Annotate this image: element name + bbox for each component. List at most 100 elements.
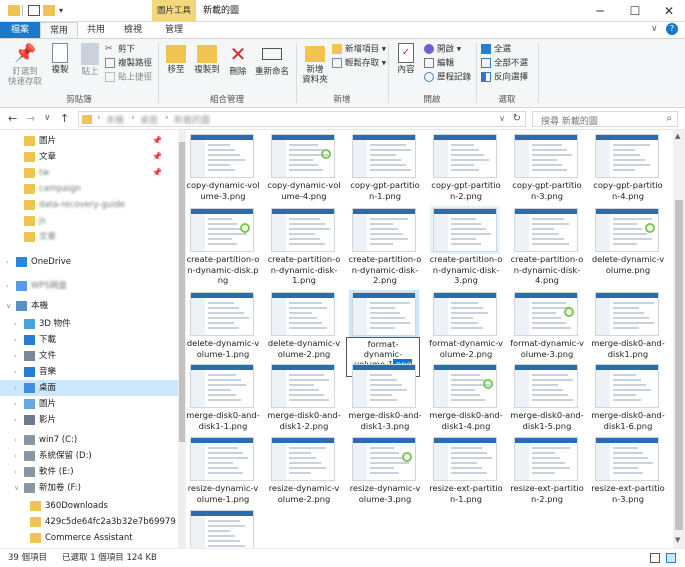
rename-button[interactable]: 重新命名 (252, 43, 292, 77)
properties-button[interactable]: ✓ 內容 (392, 43, 420, 75)
file-tile[interactable]: copy-gpt-partition-3.png (510, 132, 584, 210)
file-tile[interactable]: merge-disk0-and-disk1-3.png (348, 362, 422, 440)
expand-icon[interactable]: › (14, 316, 17, 332)
sidebar-item[interactable]: 429c5de64fc2a3b32e7b69979 (0, 514, 178, 530)
sidebar-item[interactable]: js (0, 213, 178, 229)
file-tile[interactable]: format-dynamic-volume-1.png (346, 290, 422, 377)
close-button[interactable]: ✕ (652, 0, 685, 22)
file-tile[interactable]: format-dynamic-volume-2.png (429, 290, 503, 368)
recent-locations-button[interactable]: ∨ (44, 113, 51, 123)
file-tile[interactable]: create-partition-on-dynamic-disk-3.png (429, 206, 503, 285)
file-tile[interactable]: format-dynamic-volume-3.png (510, 290, 584, 368)
delete-button[interactable]: ✕ 刪除 (226, 43, 250, 77)
select-none-button[interactable]: 全部不選 (481, 58, 528, 70)
expand-icon[interactable]: › (6, 278, 9, 294)
file-tile[interactable]: merge-disk0-and-disk1-1.png (186, 362, 260, 440)
breadcrumb-item[interactable]: 新載的圖 (174, 113, 210, 126)
file-tile[interactable]: resize-dynamic-volume-3.png (348, 435, 422, 513)
sidebar-item[interactable]: 影片 › (0, 412, 178, 428)
sidebar-item[interactable]: 3D 物件 › (0, 316, 178, 332)
file-tile[interactable]: merge-disk0-and-disk1-2.png (267, 362, 341, 440)
details-view-icon[interactable] (650, 553, 660, 563)
breadcrumb-item[interactable]: 桌面 (140, 113, 158, 126)
sidebar-item[interactable]: 文件 › (0, 348, 178, 364)
file-tile[interactable]: copy-gpt-partition-2.png (429, 132, 503, 210)
file-tile[interactable]: merge-disk0-and-disk1.png (591, 290, 665, 368)
address-dropdown-icon[interactable]: ∨ (499, 114, 505, 123)
file-tile[interactable]: resize-ext-partition-1.png (429, 435, 503, 513)
scroll-down-icon[interactable]: ▼ (675, 536, 680, 544)
file-tile[interactable]: resize-dynamic-volume-1.png (186, 435, 260, 513)
file-tile[interactable]: resize-ext-partition-2.png (510, 435, 584, 513)
file-tile[interactable]: merge-disk0-and-disk1-4.png (429, 362, 503, 440)
edit-button[interactable]: 編輯 (424, 58, 454, 70)
sidebar-item[interactable]: data-recovery-guide (0, 197, 178, 213)
file-tile[interactable] (186, 508, 260, 548)
file-tile[interactable]: create-partition-on-dynamic-disk-2.png (348, 206, 422, 285)
expand-icon[interactable]: ∨ (14, 480, 19, 496)
file-view-scrollbar[interactable]: ▲ ▼ (673, 130, 685, 548)
file-tile[interactable]: resize-dynamic-volume-2.png (267, 435, 341, 513)
file-tile[interactable]: create-partition-on-dynamic-disk-4.png (510, 206, 584, 285)
sidebar-item[interactable]: 文章 📌 (0, 149, 178, 165)
easy-access-button[interactable]: 輕鬆存取 ▾ (332, 58, 386, 70)
sidebar-item[interactable]: 軟件 (E:) › (0, 464, 178, 480)
help-icon[interactable]: ? (666, 23, 678, 35)
file-tile[interactable]: copy-dynamic-volume-3.png (186, 132, 260, 210)
sidebar-item[interactable]: 文章 (0, 229, 178, 245)
paste-shortcut-button[interactable]: 貼上捷徑 (105, 72, 152, 84)
address-field[interactable]: › 本機 › 桌面 › 新載的圖 ∨ ↻ (78, 111, 526, 127)
scrollbar-thumb[interactable] (675, 200, 683, 530)
maximize-button[interactable]: ☐ (618, 0, 652, 22)
open-button[interactable]: 開啟 ▾ (424, 44, 461, 56)
sidebar-item[interactable]: 本機 ∨ (0, 298, 178, 314)
cut-button[interactable]: ✂ 剪下 (105, 44, 135, 56)
expand-icon[interactable]: › (14, 380, 17, 396)
new-folder-button[interactable]: 新增 資料夾 (300, 43, 330, 85)
sidebar-item[interactable]: OneDrive › (0, 254, 178, 270)
collapse-ribbon-icon[interactable]: ∨ (651, 24, 658, 34)
scrollbar-thumb[interactable] (179, 142, 185, 442)
invert-selection-button[interactable]: 反向選擇 (481, 72, 528, 84)
expand-icon[interactable]: › (14, 432, 17, 448)
sidebar-item[interactable]: 音樂 › (0, 364, 178, 380)
customize-quick-access-icon[interactable]: ▾ (59, 5, 67, 16)
properties-quick-icon[interactable] (28, 5, 40, 16)
file-tile[interactable]: delete-dynamic-volume-1.png (186, 290, 260, 368)
sidebar-item[interactable]: tw 📌 (0, 165, 178, 181)
new-folder-quick-icon[interactable] (43, 5, 55, 16)
pin-quick-access-button[interactable]: 📌 釘選到 快速存取 (4, 43, 46, 87)
history-button[interactable]: 歷程記錄 (424, 72, 471, 84)
minimize-button[interactable]: ─ (583, 0, 617, 22)
file-tile[interactable]: create-partition-on-dynamic-disk.png (186, 206, 260, 285)
expand-icon[interactable]: › (14, 412, 17, 428)
search-box[interactable]: 搜尋 新載的圖 ⌕ (532, 111, 678, 127)
sidebar-item[interactable]: 新加卷 (F:) ∨ (0, 480, 178, 496)
paste-button[interactable]: 貼上 (76, 43, 104, 77)
file-tile[interactable]: copy-gpt-partition-4.png (591, 132, 665, 210)
search-input[interactable]: 搜尋 新載的圖 (541, 114, 598, 127)
copy-path-button[interactable]: 複製路徑 (105, 58, 152, 70)
sidebar-item[interactable]: 下載 › (0, 332, 178, 348)
sidebar-item[interactable]: 桌面 › (0, 380, 178, 396)
navigation-scrollbar[interactable] (178, 130, 186, 548)
expand-icon[interactable]: › (14, 348, 17, 364)
large-icons-view-icon[interactable] (666, 553, 676, 563)
sidebar-item[interactable]: campaign (0, 181, 178, 197)
move-to-button[interactable]: 移至 (162, 43, 190, 75)
back-button[interactable]: ← (8, 112, 17, 125)
file-tile[interactable]: create-partition-on-dynamic-disk-1.png (267, 206, 341, 285)
copy-to-button[interactable]: 複製到 (192, 43, 222, 75)
file-tile[interactable]: copy-dynamic-volume-4.png (267, 132, 341, 210)
tab-share[interactable]: 共用 (78, 22, 114, 38)
copy-button[interactable]: 複製 (46, 43, 74, 75)
select-all-button[interactable]: 全選 (481, 44, 511, 56)
refresh-button[interactable]: ↻ (513, 113, 521, 124)
expand-icon[interactable]: › (14, 464, 17, 480)
breadcrumb-item[interactable]: 本機 (106, 113, 124, 126)
expand-icon[interactable]: › (14, 448, 17, 464)
sidebar-item[interactable]: 圖片 › (0, 396, 178, 412)
forward-button[interactable]: → (26, 112, 35, 125)
file-tile[interactable]: merge-disk0-and-disk1-6.png (591, 362, 665, 440)
tab-view[interactable]: 檢視 (114, 22, 152, 38)
